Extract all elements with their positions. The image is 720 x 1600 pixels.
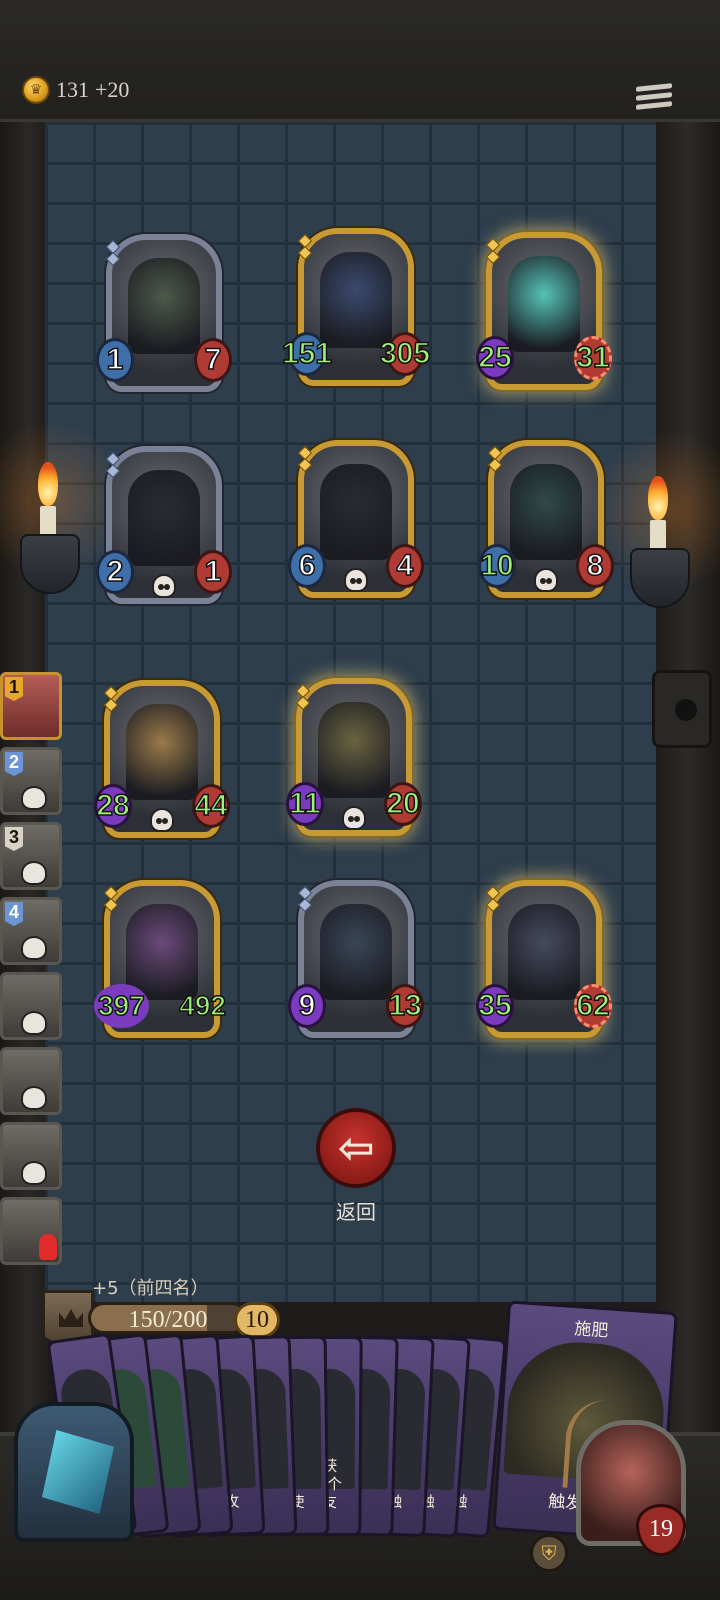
skull-icon xyxy=(21,936,47,960)
running-figure-icon xyxy=(39,1234,57,1260)
unit-card[interactable]: 9 13 xyxy=(288,880,424,1038)
attack-stat: 28 xyxy=(94,784,132,828)
top-bar: ♛ 131 +20 xyxy=(0,0,720,122)
unit-portrait xyxy=(320,252,392,348)
ranking-item[interactable]: 4 xyxy=(0,897,62,965)
health-stat: 8 xyxy=(576,544,614,588)
unit-portrait xyxy=(126,904,198,1000)
tier-gems-icon xyxy=(105,451,121,479)
deck-button[interactable] xyxy=(14,1402,134,1542)
attack-stat: 397 xyxy=(94,984,149,1028)
unit-portrait xyxy=(318,702,390,798)
unit-card[interactable]: 35 62 xyxy=(476,880,612,1038)
skull-icon xyxy=(21,1086,47,1110)
right-pillar xyxy=(656,122,720,1432)
health-stat: 44 xyxy=(192,784,230,828)
gold-gain: +20 xyxy=(95,77,130,102)
tier-gems-icon xyxy=(103,685,119,713)
torch-right-icon xyxy=(630,476,690,636)
ranking-list: 1 2 3 4 xyxy=(0,672,66,1272)
health-stat: 492 xyxy=(179,989,227,1022)
unit-card[interactable]: 64 xyxy=(288,440,424,598)
health-stat: 1 xyxy=(194,550,232,594)
ranking-item[interactable]: 1 xyxy=(0,672,62,740)
health-stat: 62 xyxy=(574,984,612,1028)
attack-stat: 25 xyxy=(476,336,514,380)
unit-portrait xyxy=(126,704,198,800)
tier-gems-icon xyxy=(485,237,501,265)
menu-icon[interactable] xyxy=(636,82,672,116)
gold-counter: ♛ 131 +20 xyxy=(22,76,129,104)
attack-stat: 10 xyxy=(478,544,516,588)
torch-left-icon xyxy=(20,462,80,622)
ranking-item[interactable]: 3 xyxy=(0,822,62,890)
health-stat: 13 xyxy=(386,984,424,1028)
placement-bonus: +5（前四名） xyxy=(92,1278,209,1299)
unit-portrait xyxy=(510,464,582,560)
unit-portrait xyxy=(508,904,580,1000)
health-stat: 305 xyxy=(379,332,431,376)
rank-badge: 2 xyxy=(5,752,23,776)
attack-stat: 35 xyxy=(476,984,514,1028)
shield-icon[interactable]: ⛨ xyxy=(530,1534,568,1572)
unit-card[interactable]: 10 8 xyxy=(478,440,614,598)
unit-portrait xyxy=(128,258,200,354)
tier-gems-icon xyxy=(103,885,119,913)
attack-stat: 11 xyxy=(286,782,324,826)
ranking-item[interactable] xyxy=(0,972,62,1040)
unit-portrait xyxy=(128,470,200,566)
health-stat: 4 xyxy=(386,544,424,588)
unit-card[interactable]: 17 xyxy=(96,234,232,392)
tier-gems-icon xyxy=(297,445,313,473)
arrow-left-icon: ⇦ xyxy=(337,1122,375,1174)
back-label: 返回 xyxy=(336,1200,376,1224)
crystal-deck-icon xyxy=(42,1430,114,1514)
health-stat: 20 xyxy=(384,782,422,826)
featured-card-title: 施肥 xyxy=(573,1319,610,1342)
unit-card[interactable]: 151 305 xyxy=(281,228,431,386)
crown-coin-icon: ♛ xyxy=(22,76,50,104)
skull-icon xyxy=(534,568,558,592)
tier-gems-icon xyxy=(295,683,311,711)
skull-icon xyxy=(21,861,47,885)
tier-gems-icon xyxy=(485,885,501,913)
ranking-item[interactable]: 2 xyxy=(0,747,62,815)
unit-card[interactable]: 11 20 xyxy=(286,678,422,836)
attack-stat: 1 xyxy=(96,338,134,382)
tier-gems-icon xyxy=(487,445,503,473)
skull-icon xyxy=(21,786,47,810)
ranking-item[interactable] xyxy=(0,1197,62,1265)
attack-stat: 2 xyxy=(96,550,134,594)
rank-badge: 4 xyxy=(5,902,23,926)
skull-icon xyxy=(344,568,368,592)
door-knob xyxy=(652,670,712,748)
tier-gems-icon xyxy=(297,885,313,913)
ranking-item[interactable] xyxy=(0,1122,62,1190)
unit-portrait xyxy=(320,464,392,560)
rank-badge: 1 xyxy=(5,677,23,701)
unit-card[interactable]: 397 492 xyxy=(94,880,227,1038)
unit-card[interactable]: 25 31 xyxy=(476,232,612,390)
unit-portrait xyxy=(508,256,580,352)
attack-stat: 9 xyxy=(288,984,326,1028)
skull-icon xyxy=(21,1161,47,1185)
rank-badge: 3 xyxy=(5,827,23,851)
health-stat: 7 xyxy=(194,338,232,382)
back-button[interactable]: ⇦ xyxy=(316,1108,396,1188)
skull-icon xyxy=(342,806,366,830)
tier-gems-icon xyxy=(297,233,313,261)
unit-card[interactable]: 21 xyxy=(96,446,232,604)
skull-icon xyxy=(21,1011,47,1035)
unit-portrait xyxy=(320,904,392,1000)
skull-icon xyxy=(152,574,176,598)
skull-icon xyxy=(150,808,174,832)
health-stat: 31 xyxy=(574,336,612,380)
attack-stat: 6 xyxy=(288,544,326,588)
attack-stat: 151 xyxy=(281,332,333,376)
ranking-item[interactable] xyxy=(0,1047,62,1115)
gold-amount: 131 xyxy=(56,77,89,102)
tier-gems-icon xyxy=(105,239,121,267)
unit-card[interactable]: 28 44 xyxy=(94,680,230,838)
